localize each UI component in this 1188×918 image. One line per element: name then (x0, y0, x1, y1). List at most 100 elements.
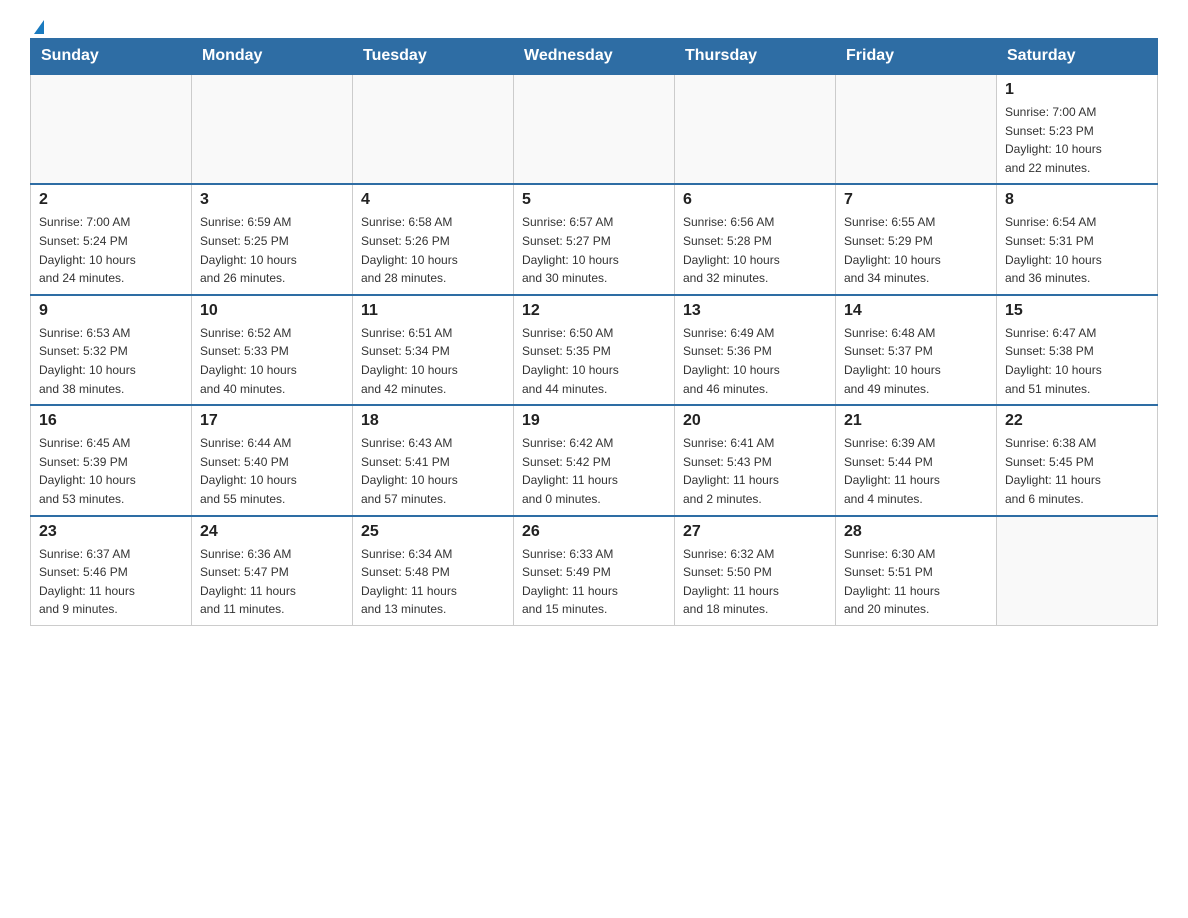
day-number: 5 (522, 191, 666, 209)
calendar-cell: 11 Sunrise: 6:51 AM Sunset: 5:34 PM Dayli… (353, 295, 514, 405)
day-info: Sunrise: 6:51 AM Sunset: 5:34 PM Dayligh… (361, 324, 505, 398)
day-number: 12 (522, 302, 666, 320)
day-info: Sunrise: 7:00 AM Sunset: 5:24 PM Dayligh… (39, 213, 183, 287)
calendar-week-row: 16 Sunrise: 6:45 AM Sunset: 5:39 PM Dayli… (31, 405, 1158, 515)
calendar-cell: 14 Sunrise: 6:48 AM Sunset: 5:37 PM Dayli… (836, 295, 997, 405)
day-info: Sunrise: 6:52 AM Sunset: 5:33 PM Dayligh… (200, 324, 344, 398)
calendar-cell (836, 74, 997, 184)
calendar-cell: 20 Sunrise: 6:41 AM Sunset: 5:43 PM Dayli… (675, 405, 836, 515)
day-number: 21 (844, 412, 988, 430)
day-info: Sunrise: 6:59 AM Sunset: 5:25 PM Dayligh… (200, 213, 344, 287)
day-info: Sunrise: 6:50 AM Sunset: 5:35 PM Dayligh… (522, 324, 666, 398)
calendar-cell: 8 Sunrise: 6:54 AM Sunset: 5:31 PM Daylig… (997, 184, 1158, 294)
day-number: 22 (1005, 412, 1149, 430)
calendar-week-row: 9 Sunrise: 6:53 AM Sunset: 5:32 PM Daylig… (31, 295, 1158, 405)
calendar-cell: 24Sunrise: 6:36 AM Sunset: 5:47 PM Dayli… (192, 516, 353, 626)
calendar-week-row: 23 Sunrise: 6:37 AM Sunset: 5:46 PM Dayli… (31, 516, 1158, 626)
calendar-cell: 9 Sunrise: 6:53 AM Sunset: 5:32 PM Daylig… (31, 295, 192, 405)
col-header-friday: Friday (836, 39, 997, 75)
calendar-cell: 7 Sunrise: 6:55 AM Sunset: 5:29 PM Daylig… (836, 184, 997, 294)
day-info: Sunrise: 6:55 AM Sunset: 5:29 PM Dayligh… (844, 213, 988, 287)
day-info: Sunrise: 6:45 AM Sunset: 5:39 PM Dayligh… (39, 434, 183, 508)
calendar-cell (31, 74, 192, 184)
day-number: 8 (1005, 191, 1149, 209)
day-number: 14 (844, 302, 988, 320)
day-number: 24 (200, 523, 344, 541)
col-header-wednesday: Wednesday (514, 39, 675, 75)
calendar-table: SundayMondayTuesdayWednesdayThursdayFrid… (30, 38, 1158, 626)
day-number: 7 (844, 191, 988, 209)
calendar-cell (514, 74, 675, 184)
calendar-cell: 19 Sunrise: 6:42 AM Sunset: 5:42 PM Dayli… (514, 405, 675, 515)
day-number: 1 (1005, 81, 1149, 99)
day-info: Sunrise: 7:00 AM Sunset: 5:23 PM Dayligh… (1005, 103, 1149, 177)
calendar-cell: 27 Sunrise: 6:32 AM Sunset: 5:50 PM Dayli… (675, 516, 836, 626)
day-info: Sunrise: 6:54 AM Sunset: 5:31 PM Dayligh… (1005, 213, 1149, 287)
calendar-cell: 23 Sunrise: 6:37 AM Sunset: 5:46 PM Dayli… (31, 516, 192, 626)
day-number: 17 (200, 412, 344, 430)
calendar-cell: 15 Sunrise: 6:47 AM Sunset: 5:38 PM Dayli… (997, 295, 1158, 405)
calendar-cell: 10 Sunrise: 6:52 AM Sunset: 5:33 PM Dayli… (192, 295, 353, 405)
page-header (30, 20, 1158, 28)
calendar-cell: 13 Sunrise: 6:49 AM Sunset: 5:36 PM Dayli… (675, 295, 836, 405)
day-info: Sunrise: 6:32 AM Sunset: 5:50 PM Dayligh… (683, 545, 827, 619)
col-header-monday: Monday (192, 39, 353, 75)
calendar-cell: 22 Sunrise: 6:38 AM Sunset: 5:45 PM Dayli… (997, 405, 1158, 515)
col-header-saturday: Saturday (997, 39, 1158, 75)
day-number: 23 (39, 523, 183, 541)
day-number: 11 (361, 302, 505, 320)
day-info: Sunrise: 6:42 AM Sunset: 5:42 PM Dayligh… (522, 434, 666, 508)
day-info: Sunrise: 6:53 AM Sunset: 5:32 PM Dayligh… (39, 324, 183, 398)
day-number: 16 (39, 412, 183, 430)
calendar-cell: 4 Sunrise: 6:58 AM Sunset: 5:26 PM Daylig… (353, 184, 514, 294)
day-number: 2 (39, 191, 183, 209)
day-info: Sunrise: 6:30 AM Sunset: 5:51 PM Dayligh… (844, 545, 988, 619)
calendar-cell: 1 Sunrise: 7:00 AM Sunset: 5:23 PM Daylig… (997, 74, 1158, 184)
col-header-sunday: Sunday (31, 39, 192, 75)
day-number: 20 (683, 412, 827, 430)
day-info: Sunrise: 6:37 AM Sunset: 5:46 PM Dayligh… (39, 545, 183, 619)
day-info: Sunrise: 6:33 AM Sunset: 5:49 PM Dayligh… (522, 545, 666, 619)
day-info: Sunrise: 6:49 AM Sunset: 5:36 PM Dayligh… (683, 324, 827, 398)
day-number: 15 (1005, 302, 1149, 320)
day-number: 9 (39, 302, 183, 320)
day-info: Sunrise: 6:38 AM Sunset: 5:45 PM Dayligh… (1005, 434, 1149, 508)
day-number: 6 (683, 191, 827, 209)
calendar-cell: 28 Sunrise: 6:30 AM Sunset: 5:51 PM Dayli… (836, 516, 997, 626)
calendar-cell: 5 Sunrise: 6:57 AM Sunset: 5:27 PM Daylig… (514, 184, 675, 294)
day-info: Sunrise: 6:43 AM Sunset: 5:41 PM Dayligh… (361, 434, 505, 508)
calendar-cell: 12 Sunrise: 6:50 AM Sunset: 5:35 PM Dayli… (514, 295, 675, 405)
calendar-cell (997, 516, 1158, 626)
day-info: Sunrise: 6:44 AM Sunset: 5:40 PM Dayligh… (200, 434, 344, 508)
day-info: Sunrise: 6:39 AM Sunset: 5:44 PM Dayligh… (844, 434, 988, 508)
calendar-cell (353, 74, 514, 184)
day-info: Sunrise: 6:58 AM Sunset: 5:26 PM Dayligh… (361, 213, 505, 287)
day-number: 28 (844, 523, 988, 541)
logo (30, 20, 44, 28)
day-number: 4 (361, 191, 505, 209)
day-info: Sunrise: 6:48 AM Sunset: 5:37 PM Dayligh… (844, 324, 988, 398)
day-number: 25 (361, 523, 505, 541)
day-info: Sunrise: 6:56 AM Sunset: 5:28 PM Dayligh… (683, 213, 827, 287)
calendar-week-row: 2 Sunrise: 7:00 AM Sunset: 5:24 PM Daylig… (31, 184, 1158, 294)
calendar-cell (192, 74, 353, 184)
calendar-cell: 21 Sunrise: 6:39 AM Sunset: 5:44 PM Dayli… (836, 405, 997, 515)
day-info: Sunrise: 6:47 AM Sunset: 5:38 PM Dayligh… (1005, 324, 1149, 398)
day-number: 10 (200, 302, 344, 320)
calendar-cell: 3 Sunrise: 6:59 AM Sunset: 5:25 PM Daylig… (192, 184, 353, 294)
calendar-header-row: SundayMondayTuesdayWednesdayThursdayFrid… (31, 39, 1158, 75)
calendar-cell: 2 Sunrise: 7:00 AM Sunset: 5:24 PM Daylig… (31, 184, 192, 294)
logo-arrow-icon (34, 20, 44, 34)
day-number: 27 (683, 523, 827, 541)
calendar-cell (675, 74, 836, 184)
day-number: 3 (200, 191, 344, 209)
col-header-thursday: Thursday (675, 39, 836, 75)
calendar-cell: 17 Sunrise: 6:44 AM Sunset: 5:40 PM Dayli… (192, 405, 353, 515)
day-number: 13 (683, 302, 827, 320)
calendar-cell: 25Sunrise: 6:34 AM Sunset: 5:48 PM Dayli… (353, 516, 514, 626)
day-number: 18 (361, 412, 505, 430)
day-info: Sunrise: 6:41 AM Sunset: 5:43 PM Dayligh… (683, 434, 827, 508)
day-info: Sunrise: 6:57 AM Sunset: 5:27 PM Dayligh… (522, 213, 666, 287)
calendar-cell: 26Sunrise: 6:33 AM Sunset: 5:49 PM Dayli… (514, 516, 675, 626)
day-number: 19 (522, 412, 666, 430)
